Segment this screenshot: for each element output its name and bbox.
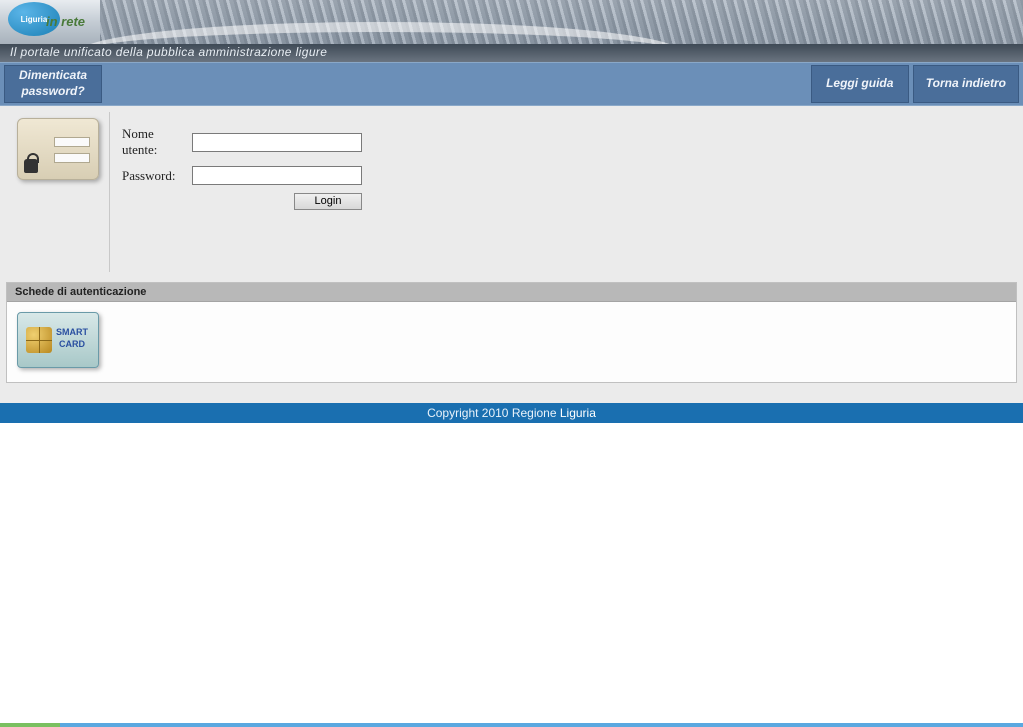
go-back-button[interactable]: Torna indietro (913, 65, 1019, 103)
smart-line1: SMART (56, 327, 88, 337)
forgot-line2: password? (19, 84, 87, 100)
logo-suffix: in rete (46, 14, 85, 29)
tagline: Il portale unificato della pubblica ammi… (0, 44, 1023, 62)
smart-card-label: SMART CARD (52, 327, 92, 350)
read-guide-button[interactable]: Leggi guida (811, 65, 909, 103)
chip-icon (26, 327, 52, 353)
auth-cards-panel: Schede di autenticazione SMART CARD (6, 282, 1017, 383)
login-form: Nome utente: Password: Login (110, 112, 1017, 272)
footer-region[interactable]: Liguria (560, 406, 596, 420)
auth-cards-title: Schede di autenticazione (7, 283, 1016, 302)
login-icon-cell (6, 112, 110, 272)
separator (0, 389, 1023, 403)
auth-cards-body: SMART CARD (7, 302, 1016, 382)
login-section: Nome utente: Password: Login (6, 112, 1017, 272)
smart-card-button[interactable]: SMART CARD (17, 312, 99, 368)
login-button[interactable]: Login (294, 193, 362, 210)
status-strip (0, 723, 1023, 727)
footer-prefix: Copyright 2010 Regione (427, 406, 560, 420)
site-logo[interactable]: Liguria in rete (8, 2, 98, 42)
smart-line2: CARD (59, 339, 85, 349)
card-slot-icon (54, 153, 90, 163)
lock-icon (24, 159, 38, 173)
forgot-line1: Dimenticata (19, 68, 87, 84)
password-label: Password: (122, 168, 192, 184)
logo-name: Liguria (21, 15, 48, 24)
username-input[interactable] (192, 133, 362, 152)
password-input[interactable] (192, 166, 362, 185)
toolbar: Dimenticata password? Leggi guida Torna … (0, 62, 1023, 106)
main-area: Nome utente: Password: Login Schede di a… (0, 106, 1023, 389)
card-slot-icon (54, 137, 90, 147)
go-back-label: Torna indietro (926, 76, 1006, 92)
username-label: Nome utente: (122, 126, 192, 158)
forgot-password-button[interactable]: Dimenticata password? (4, 65, 102, 103)
read-guide-label: Leggi guida (826, 76, 893, 92)
login-card-icon (17, 118, 99, 180)
header-banner: Liguria in rete (0, 0, 1023, 44)
footer: Copyright 2010 Regione Liguria (0, 403, 1023, 423)
